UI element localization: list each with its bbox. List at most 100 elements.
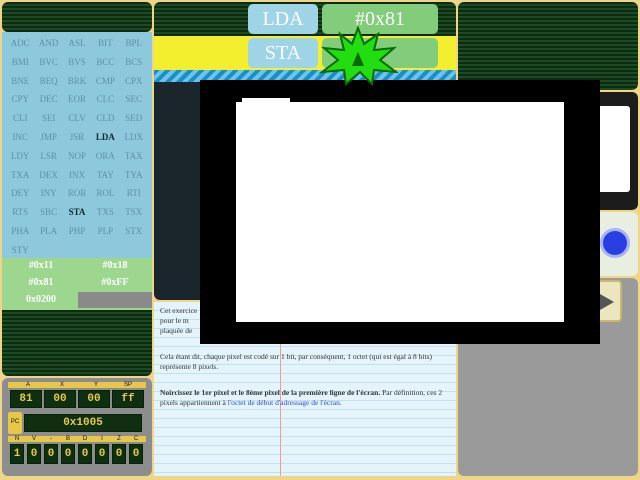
opcode-brk[interactable]: BRK (63, 72, 91, 91)
opcode-sei[interactable]: SEI (34, 109, 62, 128)
left-header-panel (2, 2, 152, 32)
opcode-bcc[interactable]: BCC (91, 53, 119, 72)
opcode-jmp[interactable]: JMP (34, 128, 62, 147)
flag-label: C (133, 436, 139, 442)
opcode-rti[interactable]: RTI (120, 184, 148, 203)
opcode-cli[interactable]: CLI (6, 109, 34, 128)
opcode-asl[interactable]: ASL (63, 34, 91, 53)
flag-value: 0 (61, 444, 75, 464)
modal-content[interactable] (236, 102, 564, 322)
register-a-value: 81 (10, 390, 42, 408)
memory-cell[interactable]: #0x18 (78, 258, 152, 274)
opcode-pla[interactable]: PLA (34, 222, 62, 241)
opcode-stx[interactable]: STX (120, 222, 148, 241)
register-label: A (25, 382, 30, 388)
flag-value: 0 (95, 444, 109, 464)
left-bottom-panel (2, 310, 152, 376)
opcode-clc[interactable]: CLC (91, 90, 119, 109)
right-header-panel (458, 2, 638, 90)
opcode-bit[interactable]: BIT (91, 34, 119, 53)
opcode-sed[interactable]: SED (120, 109, 148, 128)
register-y-value: 00 (78, 390, 110, 408)
opcode-ldy[interactable]: LDY (6, 147, 34, 166)
opcode-cmp[interactable]: CMP (91, 72, 119, 91)
play-icon (600, 294, 614, 310)
opcode-ldx[interactable]: LDX (120, 128, 148, 147)
doc-paragraph-3: Noircissez le 1er pixel et le 8ème pixel… (160, 388, 450, 408)
run-button[interactable] (600, 228, 630, 258)
opcode-lsr[interactable]: LSR (34, 147, 62, 166)
opcode-grid: ADC AND ASL BIT BPL BMI BVC BVS BCC BCS BNE BEQ BRK C… (2, 32, 152, 258)
opcode-bvc[interactable]: BVC (34, 53, 62, 72)
register-x-value: 00 (44, 390, 76, 408)
doc-text: pour le m (160, 316, 189, 325)
memory-cell[interactable]: #0x11 (6, 258, 76, 274)
opcode-dey[interactable]: DEY (6, 184, 34, 203)
opcode-tsx[interactable]: TSX (120, 203, 148, 222)
opcode-beq[interactable]: BEQ (34, 72, 62, 91)
opcode-jsr[interactable]: JSR (63, 128, 91, 147)
register-label: Y (93, 382, 98, 388)
opcode-and[interactable]: AND (34, 34, 62, 53)
opcode-php[interactable]: PHP (63, 222, 91, 241)
opcode-sty[interactable]: STY (6, 241, 34, 258)
opcode-pha[interactable]: PHA (6, 222, 34, 241)
flag-label: D (82, 436, 88, 442)
memory-cell[interactable]: #0xFF (78, 275, 152, 291)
opcode-ora[interactable]: ORA (91, 147, 119, 166)
opcode-bvs[interactable]: BVS (63, 53, 91, 72)
memory-empty-cell (78, 292, 152, 308)
register-label: SP (123, 382, 132, 388)
opcode-tax[interactable]: TAX (120, 147, 148, 166)
opcode-eor[interactable]: EOR (63, 90, 91, 109)
opcode-cpy[interactable]: CPY (6, 90, 34, 109)
opcode-dex[interactable]: DEX (34, 166, 62, 185)
opcode-txs[interactable]: TXS (91, 203, 119, 222)
flag-value: 0 (27, 444, 41, 464)
opcode-clv[interactable]: CLV (63, 109, 91, 128)
flag-value: 0 (44, 444, 58, 464)
instruction-opcode-button[interactable]: LDA (248, 4, 318, 34)
flag-label: Z (117, 436, 121, 442)
opcode-bpl[interactable]: BPL (120, 34, 148, 53)
opcode-adc[interactable]: ADC (6, 34, 34, 53)
memory-address: 0x0200 (26, 294, 56, 305)
opcode-plp[interactable]: PLP (91, 222, 119, 241)
opcode-sta[interactable]: STA (63, 203, 91, 222)
opcode-nop[interactable]: NOP (63, 147, 91, 166)
opcode-bne[interactable]: BNE (6, 72, 34, 91)
flag-value: 0 (78, 444, 92, 464)
flag-label: I (101, 436, 103, 442)
memory-cell[interactable]: #0x81 (6, 275, 76, 291)
opcode-cld[interactable]: CLD (91, 109, 119, 128)
opcode-sec[interactable]: SEC (120, 90, 148, 109)
doc-text: Cet exercice (160, 306, 198, 315)
opcode-bmi[interactable]: BMI (6, 53, 34, 72)
flag-label: V (31, 436, 36, 442)
opcode-inx[interactable]: INX (63, 166, 91, 185)
doc-instruction-text: Noircissez le 1er pixel et le 8ème pixel… (160, 388, 381, 397)
doc-link[interactable]: l'octet de début d'adressage de l'écran. (228, 398, 342, 407)
opcode-bcs[interactable]: BCS (120, 53, 148, 72)
doc-text: plaquée de (160, 326, 193, 335)
opcode-sbc[interactable]: SBC (34, 203, 62, 222)
opcode-tya[interactable]: TYA (120, 166, 148, 185)
program-counter-value: 0x1005 (24, 414, 142, 432)
opcode-ror[interactable]: ROR (63, 184, 91, 203)
opcode-inc[interactable]: INC (6, 128, 34, 147)
registers-panel: A X Y SP 81 00 00 ff PC 0x1005 N1V0-0B0D… (2, 378, 152, 476)
flag-value: 0 (112, 444, 126, 464)
opcode-txa[interactable]: TXA (6, 166, 34, 185)
opcode-tay[interactable]: TAY (91, 166, 119, 185)
opcode-lda[interactable]: LDA (91, 128, 119, 147)
opcode-rol[interactable]: ROL (91, 184, 119, 203)
flag-label: N (14, 436, 20, 442)
flag-value: 1 (10, 444, 24, 464)
opcode-cpx[interactable]: CPX (120, 72, 148, 91)
instruction-opcode-button[interactable]: STA (248, 38, 318, 68)
opcode-iny[interactable]: INY (34, 184, 62, 203)
success-star-icon (318, 26, 398, 86)
opcode-rts[interactable]: RTS (6, 203, 34, 222)
flag-label: B (65, 436, 70, 442)
opcode-dec[interactable]: DEC (34, 90, 62, 109)
